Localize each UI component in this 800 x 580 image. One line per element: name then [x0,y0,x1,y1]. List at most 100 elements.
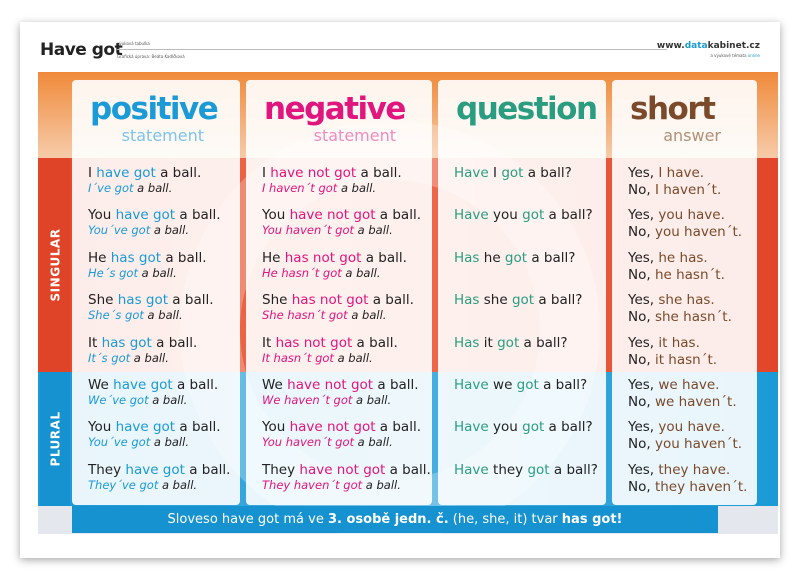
plain-text: you [488,419,523,436]
plain-text: No, [628,224,655,241]
full-form: You have not got a ball. [262,419,431,435]
plain-text: a ball. [375,419,421,436]
full-form: Have I got a ball? [454,165,598,181]
plain-text: a ball. [133,181,173,195]
plain-text: a ball. [362,477,401,492]
plain-text: they [488,461,528,478]
highlight-text: We´ve got [88,392,149,407]
plain-text: No, [628,351,655,368]
plain-text: No, [628,436,655,453]
highlight-text: has not got [284,249,362,266]
plain-text: a ball. [175,419,221,436]
full-form: Have you got a ball? [454,419,598,435]
sentence-row: It has got a ball. It´s got a ball. [88,335,230,377]
brand-post: kabinet.cz [707,41,760,51]
highlight-text: She´s got [88,308,144,323]
plain-text: a ball. [175,207,221,224]
highlight-text: She hasn´t got [262,308,348,323]
sentence-row: They have not got a ball. They haven´t go… [262,462,431,504]
highlight-text: They haven´t got [262,477,363,492]
plain-text: a ball. [385,461,431,478]
plain-text: a ball. [354,223,393,238]
plain-text: a ball? [544,207,593,224]
page-title: Have got [40,40,123,60]
full-form: Yes, she has. [628,292,747,309]
highlight-text: you have. [658,207,725,224]
highlight-text: has got [110,249,162,266]
plain-text: No, [628,182,655,198]
full-form: She has got a ball. [88,292,230,308]
full-form: He has not got a ball. [262,250,431,266]
plain-text: She [262,292,292,309]
plain-text: a ball. [172,376,219,393]
plain-text: we [488,376,517,393]
plain-text: Yes, [628,419,659,436]
highlight-text: got [522,419,545,436]
sentence-row: Have we got a ball? [454,377,598,419]
footer-text: (he, she, it) tvar [448,512,562,527]
sentence-row: It has not got a ball. It hasn´t got a ba… [262,335,431,377]
full-form: They have not got a ball. [262,462,431,478]
short-form: It hasn´t got a ball. [262,351,431,365]
highlight-text: have not got [289,419,376,436]
sentence-row: I have not got a ball. I haven´t got a ba… [262,165,431,207]
sentence-row: Yes, she has. No, she hasn´t. [628,292,747,334]
short-form: They´ve got a ball. [88,478,230,492]
plain-text: you [488,207,523,224]
plain-text: a ball? [534,292,583,309]
plain-text: a ball? [527,249,576,266]
column-title: question [456,91,598,127]
tagline-accent: online [747,53,760,58]
short-form: You´ve got a ball. [88,435,230,449]
highlight-text: got [516,376,539,393]
plain-text: Yes, [628,376,659,393]
plain-text: We [88,376,114,393]
plain-text: a ball. [150,435,189,450]
plain-text: a ball. [375,207,421,224]
short-form: It´s got a ball. [88,351,230,365]
plain-text: No, [628,309,655,326]
short-form: He´s got a ball. [88,266,230,280]
highlight-text: You haven´t got [262,435,355,450]
brand-logo: www.datakabinet.cz [657,41,760,51]
highlight-text: it has. [658,334,700,351]
highlight-text: Has [454,249,480,266]
plain-text: No, [628,393,655,410]
highlight-text: He hasn´t got [262,265,342,280]
highlight-text: have got [125,461,185,478]
highlight-text: has not got [275,334,353,351]
column-title: positive [90,91,219,127]
highlight-text: I haven´t. [654,182,722,198]
highlight-text: Have [454,165,489,181]
highlight-text: got [504,249,528,266]
plain-text: a ball. [158,477,198,492]
full-form: We have got a ball. [88,377,230,393]
highlight-text: it hasn´t. [654,351,718,368]
highlight-text: They´ve got [88,477,159,492]
plain-text: He [262,249,285,266]
short-form: I´ve got a ball. [88,181,230,195]
highlight-text: got [527,461,550,478]
highlight-text: they haven´t. [654,478,748,495]
column-short: short answer Yes, I have. No, I haven´t. Yes… [612,80,757,505]
plain-text: I [488,165,502,181]
plain-text: a ball? [538,376,588,393]
sentence-row: Has he got a ball? [454,250,598,292]
full-form: Have you got a ball? [454,207,598,223]
column-title: short [630,91,716,127]
full-form: Yes, we have. [628,377,747,394]
plain-text: a ball. [151,334,198,351]
brand-tagline: a výukové témata online [710,53,760,58]
highlight-text: she hasn´t. [654,309,732,326]
full-form: Has it got a ball? [454,335,598,351]
plain-text: It [88,334,102,351]
plural-text: PLURAL [48,411,62,467]
full-form: We have not got a ball. [262,377,431,393]
footer-text: Sloveso have got má ve [167,512,328,527]
header-divider [117,49,667,50]
highlight-text: You haven´t got [262,223,355,238]
plain-text: a ball? [519,334,568,351]
highlight-text: have not got [270,165,357,181]
highlight-text: He´s got [88,265,138,280]
highlight-text: we have. [658,376,720,393]
